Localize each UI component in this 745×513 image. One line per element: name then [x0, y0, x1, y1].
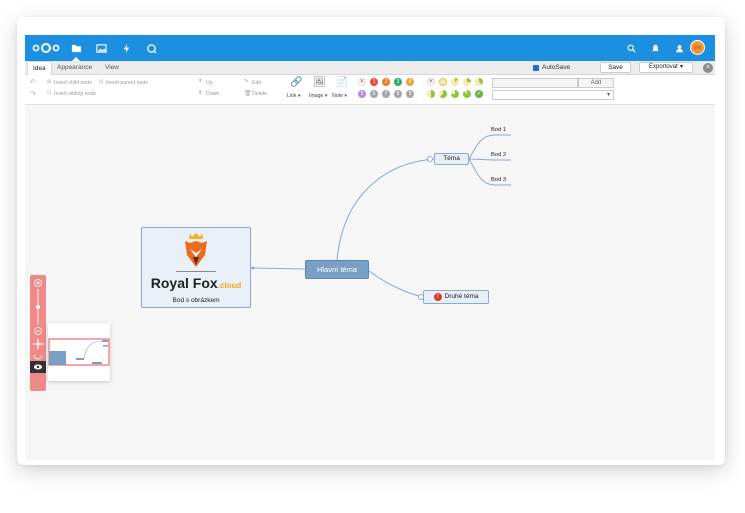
save-button[interactable]: Save — [600, 62, 631, 73]
progress-3-icon[interactable] — [475, 78, 483, 86]
search-circle-icon[interactable] — [144, 41, 158, 55]
second-topic-node[interactable]: 7 Druhé téma — [423, 290, 489, 304]
arrow-up-icon: ⬆ — [198, 78, 203, 84]
insert-child-icon: ⊞ — [47, 79, 52, 85]
photos-icon[interactable] — [94, 41, 108, 55]
app-window: Idea Appearance View AutoSave Save Expor… — [17, 17, 725, 465]
insert-sibling-button[interactable]: Insert sibling node — [54, 91, 96, 97]
close-icon[interactable]: × — [703, 63, 713, 73]
tab-view[interactable]: View — [100, 61, 124, 75]
tab-idea[interactable]: Idea — [27, 61, 52, 76]
undo-icon[interactable]: ↶ — [30, 78, 36, 86]
remove-priority-icon[interactable]: ✕ — [358, 78, 366, 86]
files-icon[interactable] — [69, 41, 83, 61]
insert-child-button[interactable]: Insert child node — [54, 80, 92, 86]
insert-parent-icon: ⊟ — [99, 79, 104, 85]
resource-input[interactable] — [492, 78, 578, 88]
redo-icon[interactable]: ↷ — [30, 90, 36, 98]
note-icon[interactable]: 📄 — [336, 77, 348, 88]
priority-5[interactable]: 5 — [358, 90, 366, 98]
insert-parent-button[interactable]: Insert parent node — [106, 80, 148, 86]
priority-badge: 7 — [433, 293, 442, 301]
priority-7[interactable]: 7 — [382, 90, 390, 98]
image-node[interactable]: Royal Fox.cloud Bod s obrázkem — [141, 227, 251, 308]
trash-icon: 🗑 — [244, 91, 252, 97]
zoom-control — [30, 275, 46, 391]
royal-fox-logo-icon — [185, 233, 207, 267]
progress-done-icon[interactable]: ✓ — [475, 90, 483, 98]
leaf-node-3[interactable]: Bod 3 — [491, 177, 506, 183]
move-up-button[interactable]: Up — [206, 80, 213, 86]
edit-icon: ✎ — [244, 79, 250, 85]
move-down-button[interactable]: Down — [206, 91, 219, 97]
activity-icon[interactable] — [119, 41, 133, 55]
wordmark-suffix: .cloud — [217, 281, 242, 290]
topic-node[interactable]: Téma — [434, 153, 469, 165]
autosave-toggle[interactable]: AutoSave — [533, 64, 570, 71]
zoom-control-graphics — [30, 279, 46, 373]
priority-4[interactable]: 4 — [406, 78, 414, 86]
priority-3[interactable]: 3 — [394, 78, 402, 86]
idea-toolbar: ↶ ↷ ⊞ Insert child node ⊟ Insert parent … — [25, 75, 715, 105]
royal-fox-wordmark: Royal Fox.cloud — [142, 275, 250, 291]
edit-button[interactable]: Edit — [252, 80, 261, 86]
export-dropdown[interactable]: Exportovať ▾ — [639, 62, 693, 73]
leaf-node-2[interactable]: Bod 2 — [491, 152, 506, 158]
nextcloud-logo[interactable] — [31, 42, 61, 54]
contacts-icon[interactable] — [673, 42, 685, 54]
minimap[interactable] — [48, 323, 110, 381]
user-avatar[interactable] — [690, 40, 705, 55]
mindmap-connectors — [250, 134, 511, 300]
progress-6-icon[interactable] — [451, 90, 459, 98]
image-dropdown[interactable]: Image ▾ — [309, 93, 327, 99]
autosave-label: AutoSave — [542, 64, 571, 71]
logo-divider — [176, 271, 216, 272]
mindmap-app: Idea Appearance View AutoSave Save Expor… — [25, 35, 715, 460]
link-dropdown[interactable]: Link ▾ — [287, 93, 301, 99]
note-dropdown[interactable]: Note ▾ — [332, 93, 347, 99]
editor-tabs: Idea Appearance View AutoSave Save Expor… — [25, 61, 715, 76]
autosave-checkbox[interactable] — [533, 64, 539, 71]
mindmap-canvas[interactable]: Hlavní téma Téma Bod 1 Bod 2 Bod 3 7 Dru… — [25, 105, 715, 460]
progress-1-icon[interactable] — [451, 78, 459, 86]
search-icon[interactable] — [625, 42, 637, 54]
root-node[interactable]: Hlavní téma — [305, 260, 369, 279]
remove-progress-icon[interactable]: ✕ — [427, 78, 435, 86]
leaf-node-1[interactable]: Bod 1 — [491, 127, 506, 133]
wordmark-main: Royal Fox — [150, 275, 218, 291]
progress-5-icon[interactable] — [439, 90, 447, 98]
progress-4-icon[interactable] — [427, 90, 435, 98]
resource-select[interactable]: ▾ — [492, 90, 614, 100]
image-icon[interactable]: 🖼 — [313, 77, 326, 88]
progress-2-icon[interactable] — [463, 78, 471, 86]
priority-9[interactable]: 9 — [406, 90, 414, 98]
arrow-down-icon: ⬇ — [198, 90, 203, 96]
delete-button[interactable]: Delete — [252, 91, 267, 97]
second-topic-label: Druhé téma — [444, 293, 479, 300]
priority-1[interactable]: 1 — [370, 78, 378, 86]
progress-7-icon[interactable] — [463, 90, 471, 98]
tab-appearance[interactable]: Appearance — [52, 61, 97, 75]
notifications-icon[interactable] — [649, 42, 661, 54]
link-icon[interactable]: 🔗 — [290, 77, 302, 88]
top-navigation-bar — [25, 35, 715, 61]
minimap-preview — [48, 338, 110, 366]
fox-avatar-icon — [693, 43, 702, 53]
priority-6[interactable]: 6 — [370, 90, 378, 98]
priority-2[interactable]: 2 — [382, 78, 390, 86]
priority-8[interactable]: 8 — [394, 90, 402, 98]
add-button[interactable]: Add — [578, 78, 614, 88]
progress-0-icon[interactable] — [439, 78, 447, 86]
image-node-caption: Bod s obrázkem — [172, 297, 220, 304]
insert-sibling-icon: ⊡ — [47, 90, 52, 96]
